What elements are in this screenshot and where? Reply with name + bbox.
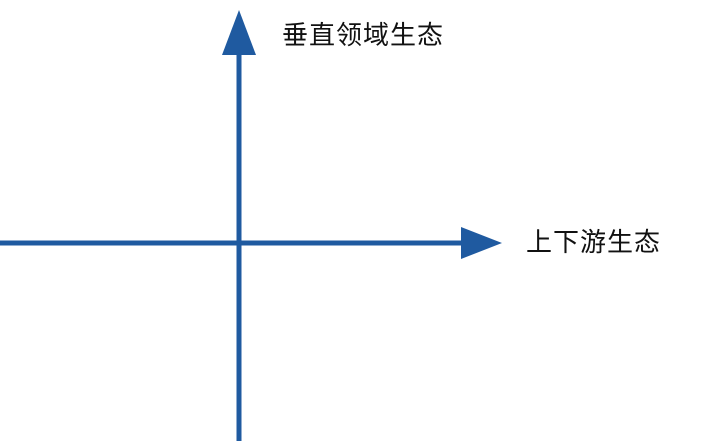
horizontal-axis-arrowhead (461, 227, 502, 259)
horizontal-axis-label: 上下游生态 (526, 228, 662, 258)
axis-diagram-canvas (0, 10, 502, 441)
vertical-axis-label: 垂直领域生态 (282, 21, 445, 51)
vertical-axis-arrowhead (222, 10, 256, 55)
